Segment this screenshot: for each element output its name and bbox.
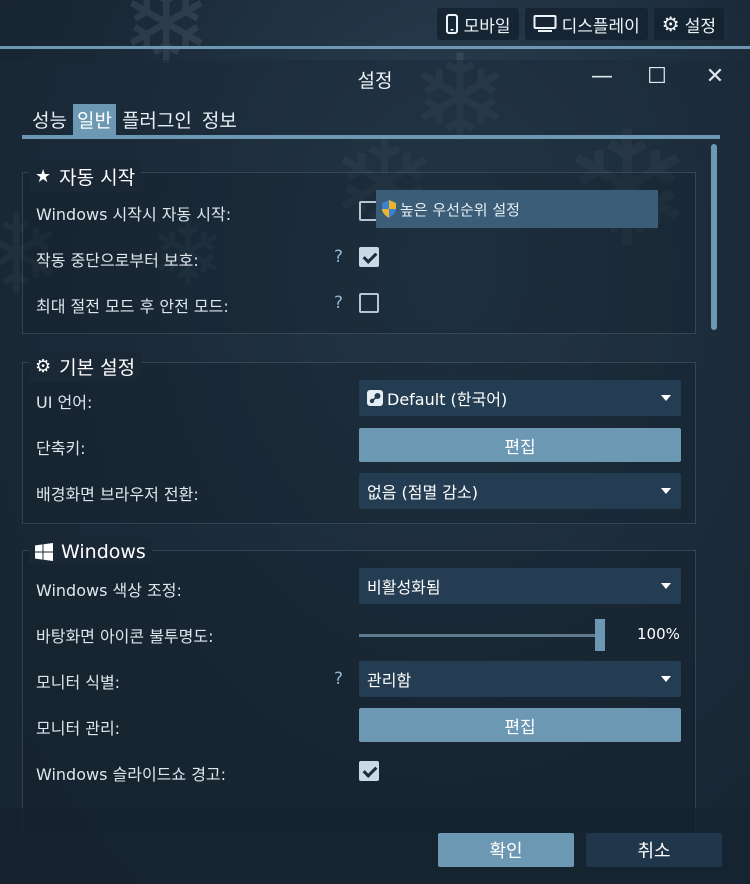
icon-opacity-label: 바탕화면 아이콘 불투명도: (36, 627, 214, 646)
chevron-down-icon (661, 395, 671, 401)
monitor-id-value: 관리함 (367, 671, 412, 690)
safe-mode-help-icon[interactable]: ? (334, 293, 343, 313)
safe-mode-label: 최대 절전 모드 후 안전 모드: (36, 297, 229, 316)
monitor-id-dropdown[interactable]: 관리함 (359, 661, 681, 697)
basic-settings-section: ⚙ 기본 설정 UI 언어: Default (한국어) 단축키: 편집 배경화… (22, 351, 696, 524)
tab-underline (22, 135, 720, 139)
icon-opacity-slider[interactable] (359, 634, 601, 637)
shortcut-edit-button[interactable]: 편집 (359, 428, 681, 462)
close-button[interactable]: ✕ (701, 64, 729, 89)
crash-protect-help-icon[interactable]: ? (334, 247, 343, 267)
windows-header-label: Windows (61, 541, 146, 563)
crash-protect-checkbox[interactable] (359, 247, 379, 267)
autostart-header-label: 자동 시작 (59, 167, 136, 189)
vertical-scrollbar[interactable] (711, 144, 717, 330)
windows-section: Windows Windows 색상 조정: 비활성화됨 바탕화면 아이콘 불투… (22, 539, 696, 831)
basic-settings-header: ⚙ 기본 설정 (29, 351, 142, 382)
settings-button[interactable]: ⚙ 설정 (653, 8, 724, 40)
minimize-button[interactable]: — (588, 64, 616, 89)
bg-switch-dropdown[interactable]: 없음 (점멸 감소) (359, 473, 681, 509)
bg-switch-value: 없음 (점멸 감소) (367, 483, 478, 502)
high-priority-button[interactable]: 높은 우선순위 설정 (376, 190, 658, 228)
tab-about[interactable]: 정보 (198, 104, 241, 135)
safe-mode-checkbox[interactable] (359, 293, 379, 313)
monitor-id-help-icon[interactable]: ? (334, 669, 343, 689)
color-adjust-value: 비활성화됨 (367, 578, 441, 597)
autostart-windows-label: Windows 시작시 자동 시작: (36, 205, 232, 224)
monitor-icon (533, 15, 557, 32)
chevron-down-icon (661, 583, 671, 589)
ui-language-dropdown[interactable]: Default (한국어) (359, 380, 681, 416)
star-icon: ★ (35, 166, 52, 187)
settings-button-label: 설정 (684, 16, 716, 37)
windows-header: Windows (29, 539, 152, 565)
settings-window: 설정 — ☐ ✕ 성능 일반 플러그인 정보 ★ 자동 시작 Windows 시… (0, 60, 750, 884)
maximize-button[interactable]: ☐ (643, 64, 671, 89)
cancel-button[interactable]: 취소 (586, 833, 722, 867)
shield-icon (382, 200, 396, 218)
tab-general[interactable]: 일반 (72, 104, 116, 135)
slideshow-warning-checkbox[interactable] (359, 761, 379, 781)
color-adjust-label: Windows 색상 조정: (36, 581, 182, 600)
mobile-button-label: 모바일 (463, 16, 511, 37)
top-divider (0, 46, 750, 49)
monitor-id-label: 모니터 식별: (36, 673, 121, 692)
gear-icon: ⚙ (35, 356, 52, 377)
icon-opacity-value: 100% (637, 625, 680, 643)
high-priority-label: 높은 우선순위 설정 (400, 200, 520, 219)
autostart-header: ★ 자동 시작 (29, 161, 142, 192)
phone-icon (445, 14, 458, 34)
tab-performance[interactable]: 성능 (28, 104, 71, 135)
ui-language-label: UI 언어: (36, 393, 93, 412)
window-titlebar: 설정 — ☐ ✕ (0, 60, 750, 100)
slideshow-warning-label: Windows 슬라이드쇼 경고: (36, 765, 227, 784)
chevron-down-icon (661, 488, 671, 494)
top-toolbar: 모바일 디스플레이 ⚙ 설정 (436, 8, 724, 40)
mobile-button[interactable]: 모바일 (436, 8, 519, 40)
ui-language-value: Default (한국어) (387, 390, 508, 409)
monitor-mgmt-edit-button[interactable]: 편집 (359, 708, 681, 742)
display-button[interactable]: 디스플레이 (524, 8, 648, 40)
crash-protect-label: 작동 중단으로부터 보호: (36, 251, 199, 270)
chevron-down-icon (661, 676, 671, 682)
display-button-label: 디스플레이 (561, 16, 640, 37)
icon-opacity-slider-thumb[interactable] (595, 619, 605, 651)
windows-logo-icon (35, 543, 53, 561)
steam-icon (367, 390, 383, 406)
bg-switch-label: 배경화면 브라우저 전환: (36, 485, 199, 504)
gear-icon: ⚙ (661, 12, 680, 36)
basic-settings-header-label: 기본 설정 (59, 357, 136, 379)
color-adjust-dropdown[interactable]: 비활성화됨 (359, 568, 681, 604)
tab-plugins[interactable]: 플러그인 (118, 104, 196, 135)
window-title: 설정 (357, 70, 393, 92)
shortcut-label: 단축키: (36, 439, 86, 458)
tab-bar: 성능 일반 플러그인 정보 (28, 104, 241, 135)
monitor-mgmt-label: 모니터 관리: (36, 719, 121, 738)
ok-button[interactable]: 확인 (438, 833, 574, 867)
